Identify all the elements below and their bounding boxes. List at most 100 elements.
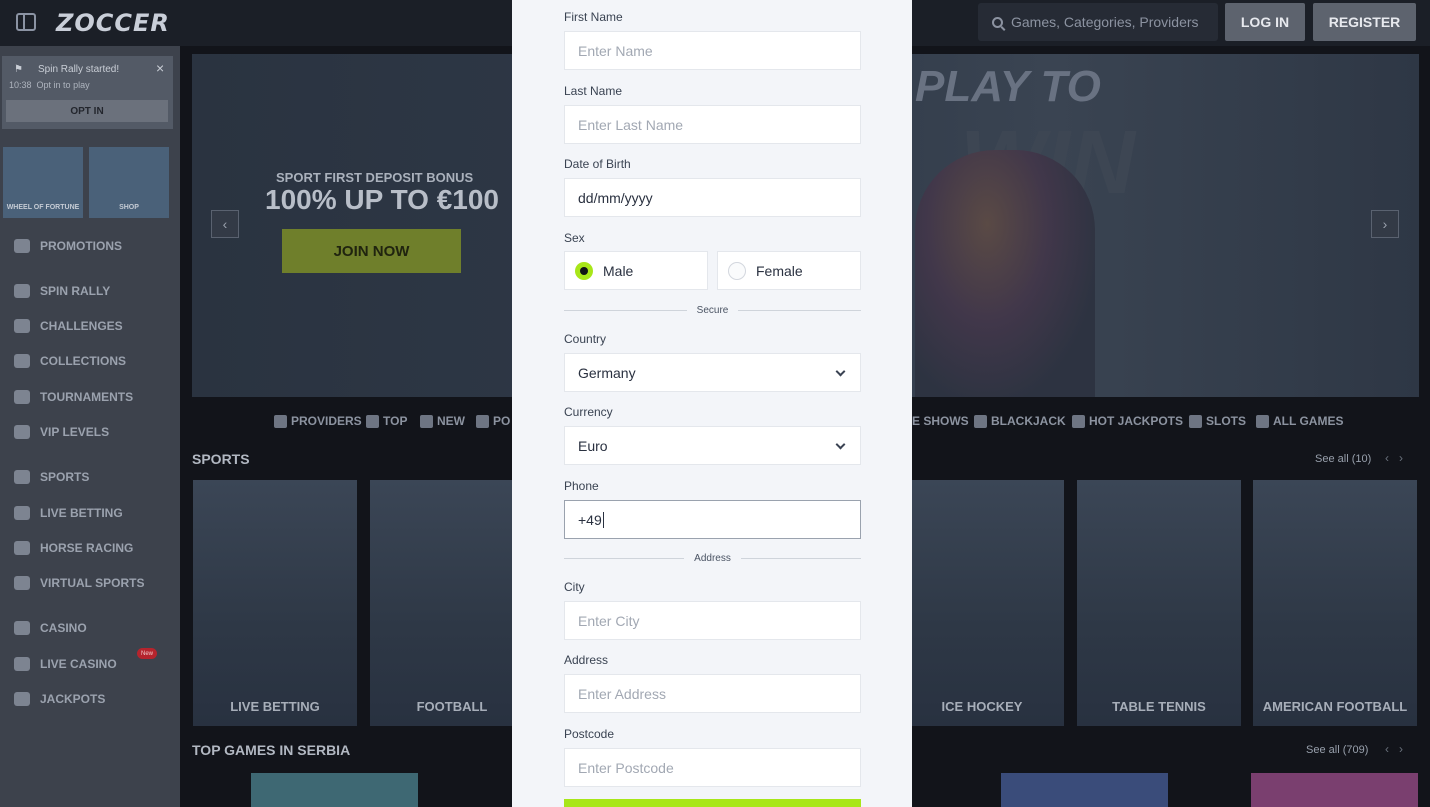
phone-label: Phone — [564, 479, 599, 493]
sports-section-title: SPORTS — [192, 451, 250, 467]
game-tile[interactable] — [1001, 773, 1168, 807]
sports-pager[interactable]: ‹› — [1385, 451, 1413, 465]
promo-notification: ⚑ Spin Rally started! 10:38 Opt in to pl… — [2, 56, 173, 129]
postcode-field[interactable]: Enter Postcode — [564, 748, 861, 787]
ball-icon — [14, 470, 30, 484]
sex-option-male[interactable]: Male — [564, 251, 708, 290]
currency-select[interactable]: Euro — [564, 426, 861, 465]
flag-icon — [14, 284, 30, 298]
search-icon — [992, 16, 1003, 28]
bag-icon — [14, 239, 30, 253]
fire-icon — [476, 414, 489, 428]
chevron-right-icon[interactable]: › — [1371, 210, 1399, 238]
sidebar-item-live-betting[interactable]: LIVE BETTING — [14, 506, 123, 520]
sidebar-item-virtual-sports[interactable]: VIRTUAL SPORTS — [14, 576, 144, 590]
city-field[interactable]: Enter City — [564, 601, 861, 640]
car-icon — [14, 576, 30, 590]
text-caret — [602, 511, 604, 528]
category-slots[interactable]: SLOTS — [1189, 413, 1246, 429]
sex-option-female[interactable]: Female — [717, 251, 861, 290]
category-popular[interactable]: PO — [476, 413, 510, 429]
radio-unchecked-icon — [728, 261, 746, 280]
podium-icon — [14, 390, 30, 404]
postcode-label: Postcode — [564, 727, 615, 741]
chevron-left-icon[interactable]: ‹ — [211, 210, 239, 238]
sidebar-item-collections[interactable]: COLLECTIONS — [14, 354, 126, 368]
search-input[interactable]: Games, Categories, Providers — [978, 3, 1218, 41]
chevron-down-icon — [835, 439, 846, 450]
sidebar-item-casino[interactable]: CASINO — [14, 621, 87, 635]
sport-card-live-betting[interactable]: LIVE BETTING — [193, 480, 357, 726]
category-blackjack[interactable]: BLACKJACK — [974, 413, 1066, 429]
top-games-section-title: TOP GAMES IN SERBIA — [192, 742, 351, 758]
new-badge: New — [137, 648, 157, 659]
address-divider: Address — [564, 552, 861, 564]
sidebar-item-vip-levels[interactable]: VIP LEVELS — [14, 425, 109, 439]
opt-in-button[interactable]: OPT IN — [6, 100, 168, 122]
chips-icon — [14, 621, 30, 635]
login-button[interactable]: LOG IN — [1225, 3, 1305, 41]
phone-field[interactable]: +49 — [564, 500, 861, 539]
logo[interactable]: ZOCCER — [56, 9, 170, 37]
first-name-field[interactable]: Enter Name — [564, 31, 861, 70]
jackpot-icon — [1072, 414, 1085, 428]
category-hot-jackpots[interactable]: HOT JACKPOTS — [1072, 413, 1183, 429]
live-icon — [14, 506, 30, 520]
category-providers[interactable]: PROVIDERS — [274, 413, 362, 429]
shield-icon — [14, 425, 30, 439]
hero-player-image — [915, 150, 1095, 397]
bolt-icon — [420, 414, 433, 428]
dob-field[interactable]: dd/mm/yyyy — [564, 178, 861, 217]
hero-title: 100% UP TO €100 — [265, 184, 500, 215]
promo-text: 10:38 Opt in to play — [9, 80, 90, 90]
submit-button[interactable] — [564, 799, 861, 807]
sport-card-ice-hockey[interactable]: ICE HOCKEY — [900, 480, 1064, 726]
join-now-button[interactable]: JOIN NOW — [282, 229, 461, 273]
promo-title: Spin Rally started! — [38, 64, 120, 75]
category-all-games[interactable]: ALL GAMES — [1256, 413, 1343, 429]
sport-card-table-tennis[interactable]: TABLE TENNIS — [1077, 480, 1241, 726]
register-button[interactable]: REGISTER — [1313, 3, 1416, 41]
medal-icon — [14, 319, 30, 333]
top-games-pager[interactable]: ‹› — [1385, 742, 1413, 756]
country-select[interactable]: Germany — [564, 353, 861, 392]
last-name-field[interactable]: Enter Last Name — [564, 105, 861, 144]
game-tile[interactable] — [251, 773, 418, 807]
category-new[interactable]: NEW — [420, 413, 465, 429]
sidebar-item-live-casino[interactable]: LIVE CASINO — [14, 657, 117, 671]
sidebar-item-tournaments[interactable]: TOURNAMENTS — [14, 390, 133, 404]
sidebar-item-jackpots[interactable]: JACKPOTS — [14, 692, 105, 706]
last-name-label: Last Name — [564, 84, 623, 98]
sports-see-all-link[interactable]: See all (10) — [1315, 453, 1371, 465]
city-label: City — [564, 580, 585, 594]
close-icon[interactable]: × — [156, 60, 164, 76]
shop-tile[interactable]: SHOP — [89, 147, 169, 218]
slots-icon — [1189, 414, 1202, 428]
sport-card-american-football[interactable]: AMERICAN FOOTBALL — [1253, 480, 1417, 726]
sidebar-item-challenges[interactable]: CHALLENGES — [14, 319, 123, 333]
providers-icon — [274, 414, 287, 428]
wheel-of-fortune-tile[interactable]: WHEEL OF FORTUNE — [3, 147, 83, 218]
hero-play-to: PLAY TO — [915, 62, 1101, 111]
sidebar-toggle-icon[interactable] — [16, 13, 36, 31]
currency-label: Currency — [564, 405, 613, 419]
secure-divider: Secure — [564, 304, 861, 316]
category-top[interactable]: TOP — [366, 413, 407, 429]
cards-icon — [14, 657, 30, 671]
magnet-icon — [14, 692, 30, 706]
address-field[interactable]: Enter Address — [564, 674, 861, 713]
sidebar-item-sports[interactable]: SPORTS — [14, 470, 89, 484]
chevron-down-icon — [835, 366, 846, 377]
category-game-shows[interactable]: E SHOWS — [912, 413, 969, 429]
top-games-see-all-link[interactable]: See all (709) — [1306, 744, 1368, 756]
sidebar-item-spin-rally[interactable]: SPIN RALLY — [14, 284, 110, 298]
sport-card-football[interactable]: FOOTBALL — [370, 480, 534, 726]
game-tile[interactable] — [1251, 773, 1418, 807]
sidebar-item-horse-racing[interactable]: HORSE RACING — [14, 541, 133, 555]
search-placeholder: Games, Categories, Providers — [1011, 14, 1199, 30]
sidebar-item-promotions[interactable]: PROMOTIONS — [14, 239, 122, 253]
radio-checked-icon — [575, 261, 593, 280]
hero-subtitle: SPORT FIRST DEPOSIT BONUS — [276, 170, 474, 185]
all-games-icon — [1256, 414, 1269, 428]
registration-modal: First Name Enter Name Last Name Enter La… — [512, 0, 912, 807]
